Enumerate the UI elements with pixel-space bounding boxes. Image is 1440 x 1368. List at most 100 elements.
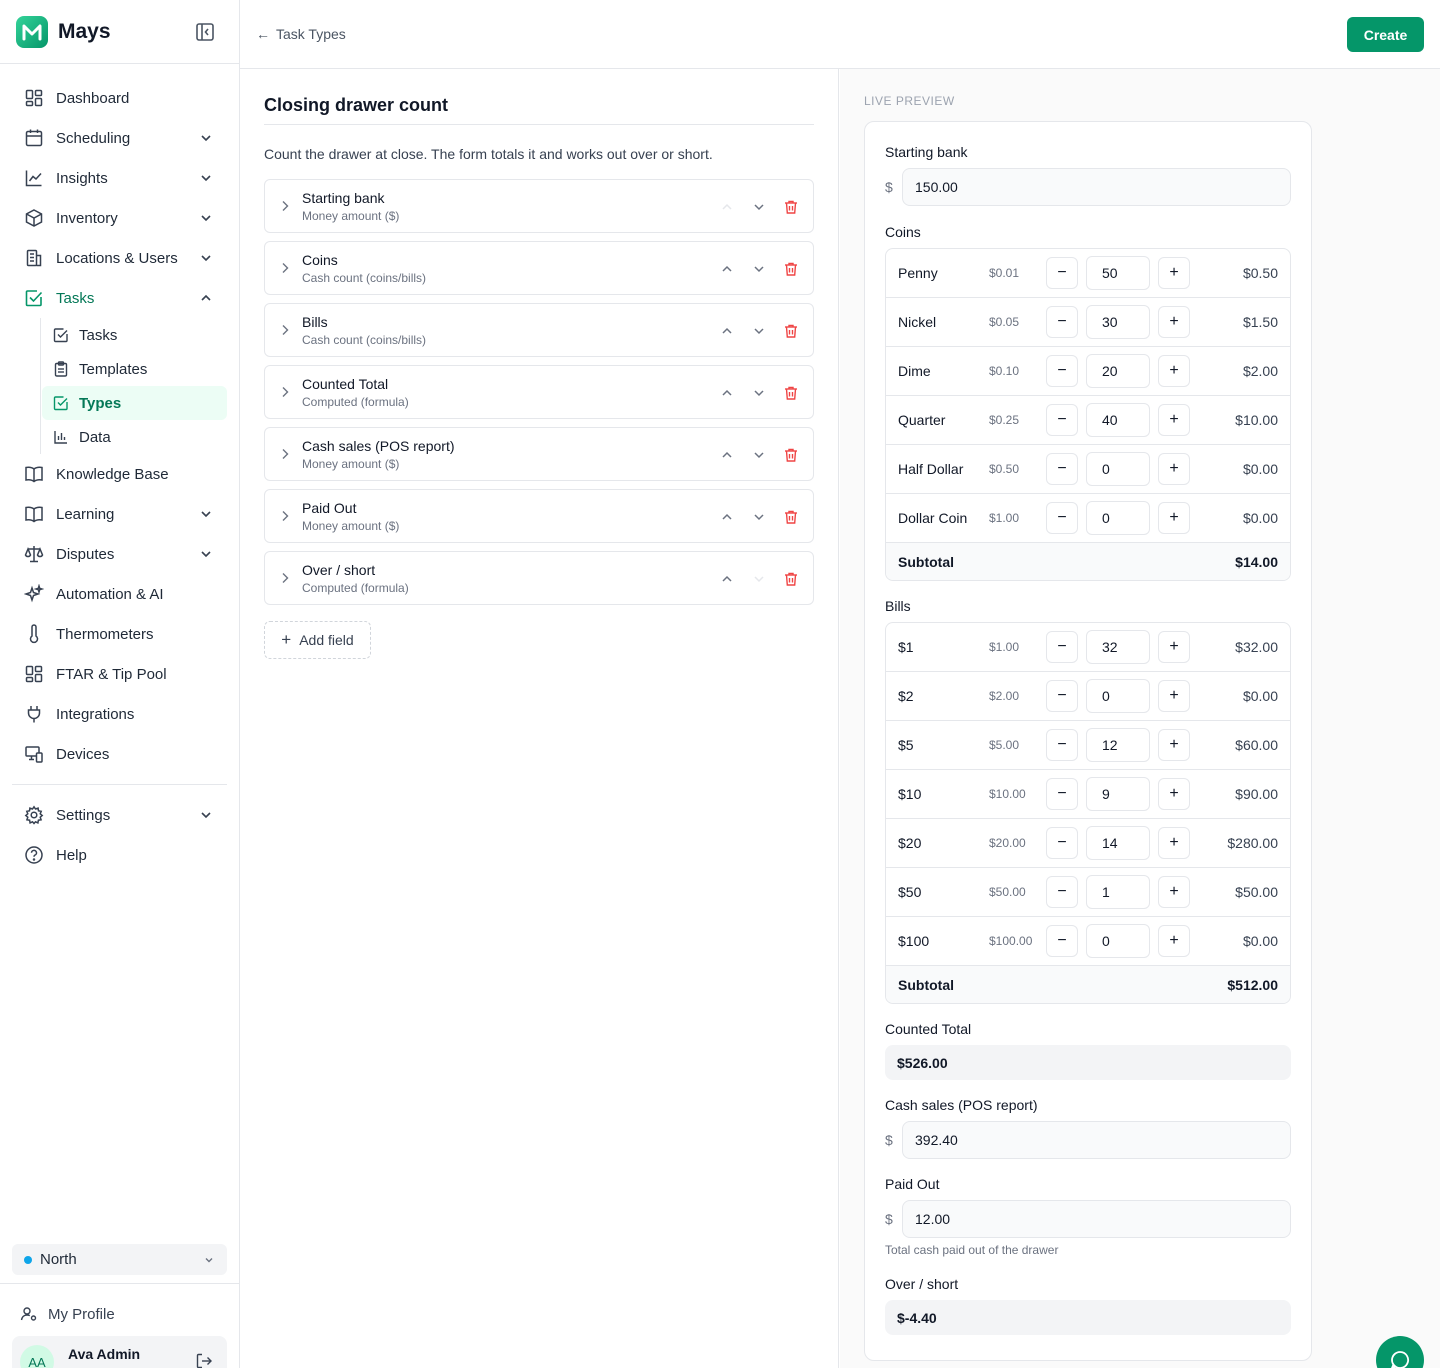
task-type-title[interactable]: Closing drawer count — [264, 95, 814, 125]
quantity-input[interactable] — [1086, 452, 1150, 486]
starting-bank-input[interactable] — [902, 168, 1291, 206]
decrement-button[interactable]: − — [1046, 355, 1078, 387]
nav-knowledge-base[interactable]: Knowledge Base — [12, 454, 227, 494]
field-card[interactable]: Paid Out Money amount ($) — [264, 489, 814, 543]
quantity-input[interactable] — [1086, 305, 1150, 339]
move-up-icon[interactable] — [717, 259, 737, 279]
field-card[interactable]: Coins Cash count (coins/bills) — [264, 241, 814, 295]
decrement-button[interactable]: − — [1046, 453, 1078, 485]
mays-logo-icon[interactable] — [16, 15, 48, 48]
chevron-right-icon[interactable] — [277, 508, 293, 524]
my-profile-link[interactable]: My Profile — [12, 1298, 115, 1330]
quantity-input[interactable] — [1086, 875, 1150, 909]
decrement-button[interactable]: − — [1046, 631, 1078, 663]
increment-button[interactable]: + — [1158, 680, 1190, 712]
location-switcher[interactable]: North — [12, 1244, 227, 1275]
nav-inventory[interactable]: Inventory — [12, 198, 227, 238]
nav-scheduling[interactable]: Scheduling — [12, 118, 227, 158]
chevron-right-icon[interactable] — [277, 260, 293, 276]
trash-icon[interactable] — [781, 321, 801, 341]
create-button[interactable]: Create — [1347, 17, 1424, 52]
move-down-icon[interactable] — [749, 569, 769, 589]
subnav-tasks[interactable]: Tasks — [42, 318, 227, 352]
nav-help[interactable]: Help — [12, 835, 227, 875]
increment-button[interactable]: + — [1158, 306, 1190, 338]
trash-icon[interactable] — [781, 383, 801, 403]
decrement-button[interactable]: − — [1046, 306, 1078, 338]
trash-icon[interactable] — [781, 197, 801, 217]
paid-out-input[interactable] — [902, 1200, 1291, 1238]
move-down-icon[interactable] — [749, 321, 769, 341]
move-up-icon[interactable] — [717, 383, 737, 403]
nav-tasks[interactable]: Tasks — [12, 278, 227, 318]
field-card[interactable]: Starting bank Money amount ($) — [264, 179, 814, 233]
quantity-input[interactable] — [1086, 826, 1150, 860]
increment-button[interactable]: + — [1158, 827, 1190, 859]
field-card[interactable]: Counted Total Computed (formula) — [264, 365, 814, 419]
field-card[interactable]: Cash sales (POS report) Money amount ($) — [264, 427, 814, 481]
chevron-right-icon[interactable] — [277, 446, 293, 462]
nav-disputes[interactable]: Disputes — [12, 534, 227, 574]
increment-button[interactable]: + — [1158, 257, 1190, 289]
chevron-right-icon[interactable] — [277, 198, 293, 214]
nav-dashboard[interactable]: Dashboard — [12, 78, 227, 118]
nav-ftar[interactable]: FTAR & Tip Pool — [12, 654, 227, 694]
decrement-button[interactable]: − — [1046, 876, 1078, 908]
move-down-icon[interactable] — [749, 197, 769, 217]
chevron-right-icon[interactable] — [277, 384, 293, 400]
field-card[interactable]: Bills Cash count (coins/bills) — [264, 303, 814, 357]
decrement-button[interactable]: − — [1046, 502, 1078, 534]
add-field-button[interactable]: + Add field — [264, 621, 371, 659]
decrement-button[interactable]: − — [1046, 680, 1078, 712]
increment-button[interactable]: + — [1158, 631, 1190, 663]
increment-button[interactable]: + — [1158, 876, 1190, 908]
quantity-input[interactable] — [1086, 256, 1150, 290]
trash-icon[interactable] — [781, 445, 801, 465]
move-up-icon[interactable] — [717, 321, 737, 341]
chevron-right-icon[interactable] — [277, 570, 293, 586]
nav-settings[interactable]: Settings — [12, 795, 227, 835]
nav-locations-users[interactable]: Locations & Users — [12, 238, 227, 278]
field-card[interactable]: Over / short Computed (formula) — [264, 551, 814, 605]
move-up-icon[interactable] — [717, 569, 737, 589]
move-up-icon[interactable] — [717, 445, 737, 465]
quantity-input[interactable] — [1086, 354, 1150, 388]
increment-button[interactable]: + — [1158, 778, 1190, 810]
increment-button[interactable]: + — [1158, 925, 1190, 957]
trash-icon[interactable] — [781, 569, 801, 589]
decrement-button[interactable]: − — [1046, 925, 1078, 957]
back-link[interactable]: ← Task Types — [256, 26, 346, 42]
chevron-right-icon[interactable] — [277, 322, 293, 338]
cash-sales-input[interactable] — [902, 1121, 1291, 1159]
move-down-icon[interactable] — [749, 445, 769, 465]
decrement-button[interactable]: − — [1046, 729, 1078, 761]
quantity-input[interactable] — [1086, 679, 1150, 713]
decrement-button[interactable]: − — [1046, 827, 1078, 859]
decrement-button[interactable]: − — [1046, 257, 1078, 289]
subnav-types[interactable]: Types — [42, 386, 227, 420]
quantity-input[interactable] — [1086, 777, 1150, 811]
nav-thermometers[interactable]: Thermometers — [12, 614, 227, 654]
quantity-input[interactable] — [1086, 728, 1150, 762]
user-card[interactable]: AA Ava Admin — [12, 1336, 227, 1368]
increment-button[interactable]: + — [1158, 729, 1190, 761]
quantity-input[interactable] — [1086, 501, 1150, 535]
move-up-icon[interactable] — [717, 507, 737, 527]
nav-insights[interactable]: Insights — [12, 158, 227, 198]
logout-icon[interactable] — [195, 1352, 213, 1368]
increment-button[interactable]: + — [1158, 355, 1190, 387]
quantity-input[interactable] — [1086, 403, 1150, 437]
move-down-icon[interactable] — [749, 507, 769, 527]
subnav-templates[interactable]: Templates — [42, 352, 227, 386]
move-down-icon[interactable] — [749, 259, 769, 279]
nav-learning[interactable]: Learning — [12, 494, 227, 534]
increment-button[interactable]: + — [1158, 404, 1190, 436]
quantity-input[interactable] — [1086, 630, 1150, 664]
task-type-description[interactable]: Count the drawer at close. The form tota… — [264, 146, 814, 162]
nav-devices[interactable]: Devices — [12, 734, 227, 774]
increment-button[interactable]: + — [1158, 502, 1190, 534]
nav-automation[interactable]: Automation & AI — [12, 574, 227, 614]
nav-integrations[interactable]: Integrations — [12, 694, 227, 734]
increment-button[interactable]: + — [1158, 453, 1190, 485]
subnav-data[interactable]: Data — [42, 420, 227, 454]
